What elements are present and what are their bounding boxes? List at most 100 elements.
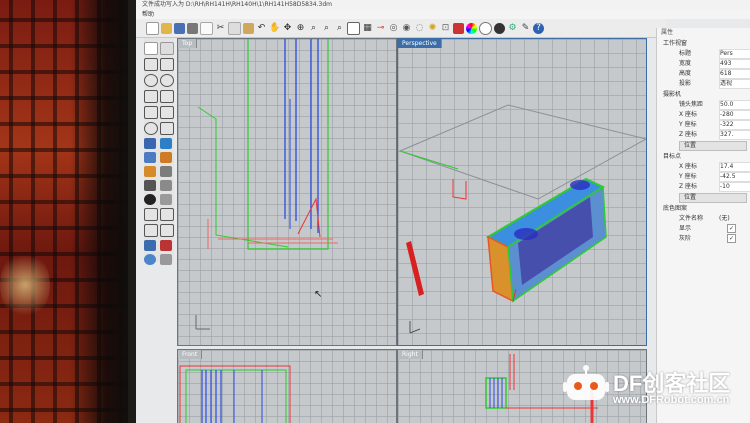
mesh-tool-icon[interactable] <box>160 152 172 163</box>
move-icon[interactable]: ✥ <box>282 23 293 34</box>
viewport-rows: 标题 Pers 宽度 493 高度 618 投影 透视 <box>657 49 750 89</box>
solid-tool-icon[interactable] <box>160 138 172 149</box>
layer-icon[interactable] <box>453 22 464 34</box>
prop-label: Z 座标 <box>679 183 698 190</box>
grid-icon[interactable]: ▦ <box>362 23 373 34</box>
prop-value[interactable]: Pers <box>719 49 750 59</box>
save-icon[interactable] <box>174 22 185 34</box>
curve-tool-icon[interactable] <box>160 106 174 119</box>
prop-value[interactable]: 618 <box>719 69 750 79</box>
box-tool-icon[interactable] <box>144 152 156 163</box>
zoom-selected-icon[interactable]: ⌕ <box>334 23 345 34</box>
wireframe-icon[interactable]: ◎ <box>388 23 399 34</box>
line-tool-icon[interactable] <box>144 58 158 71</box>
sphere-tool-icon[interactable] <box>144 254 156 265</box>
page-icon[interactable] <box>200 21 213 35</box>
options-icon[interactable]: ⚙ <box>507 23 518 34</box>
dimension-tool-icon[interactable] <box>160 240 172 251</box>
tools-icon[interactable]: ✎ <box>520 23 531 34</box>
camera-position-button[interactable]: 位置 <box>679 141 747 151</box>
lock-icon[interactable]: ⊡ <box>440 23 451 34</box>
help-icon[interactable]: ? <box>533 22 544 34</box>
select-arrow-icon[interactable] <box>144 42 158 55</box>
point-tool-icon[interactable] <box>160 42 174 55</box>
target-rows: X 座标 17.4 Y 座标 -42.5 Z 座标 -10 位置 <box>657 162 750 203</box>
prop-value[interactable]: (无) <box>719 214 730 224</box>
prop-value[interactable]: 透视 <box>719 79 750 89</box>
boolean-tool-icon[interactable] <box>160 166 172 177</box>
prop-label: 文件名称 <box>679 215 704 222</box>
viewport-top[interactable]: Top ↖ <box>177 38 397 346</box>
section-target-title: 目标点 <box>663 153 682 160</box>
viewport-front[interactable]: Front <box>177 349 397 423</box>
prop-label: Z 座标 <box>679 131 698 138</box>
prop-row: 灰阶 ✓ <box>657 234 750 244</box>
open-folder-icon[interactable] <box>161 22 172 34</box>
menu-bar: 帮助 <box>136 10 750 19</box>
prop-value[interactable]: -10 <box>719 182 750 192</box>
grayscale-checkbox[interactable]: ✓ <box>727 234 736 243</box>
prop-value[interactable]: -42.5 <box>719 172 750 182</box>
fillet-tool-icon[interactable] <box>144 122 158 135</box>
move-tool-icon[interactable] <box>144 208 158 221</box>
prop-label: 标题 <box>679 50 692 57</box>
scale-tool-icon[interactable] <box>144 224 158 237</box>
surface-tool-icon[interactable] <box>144 138 156 149</box>
pan-hand-icon[interactable]: ✋ <box>269 23 280 34</box>
print-icon[interactable] <box>187 22 198 34</box>
join-tool-icon[interactable] <box>144 194 156 205</box>
prop-value[interactable]: 17.4 <box>719 162 750 172</box>
top-view-geometry: ↖ <box>195 39 338 330</box>
front-view-geometry <box>179 365 291 423</box>
color-wheel-icon[interactable] <box>466 22 477 34</box>
four-view-icon[interactable] <box>347 21 360 35</box>
panel-header: 属性 <box>661 29 674 36</box>
prop-value[interactable]: -280 <box>719 110 750 120</box>
ellipse-tool-icon[interactable] <box>160 74 174 87</box>
offset-tool-icon[interactable] <box>160 122 174 135</box>
menu-help[interactable]: 帮助 <box>142 11 154 18</box>
main-toolbar: ✂ ↶ ✋ ✥ ⊕ ⌕ ⌕ ⌕ ▦ ⊸ ◎ ◉ ◌ ✺ ⊡ ⚙ ✎ ? <box>136 19 666 38</box>
prop-row: 标题 Pers <box>657 49 750 59</box>
point-icon[interactable]: ⊸ <box>375 23 386 34</box>
rotate-tool-icon[interactable] <box>160 208 174 221</box>
light-bulb-icon[interactable]: ✺ <box>427 23 438 34</box>
polygon-tool-icon[interactable] <box>144 106 158 119</box>
paste-icon[interactable] <box>243 22 254 34</box>
text-tool-icon[interactable] <box>160 254 172 265</box>
prop-value[interactable]: 50.0 <box>719 100 750 110</box>
undo-icon[interactable]: ↶ <box>256 23 267 34</box>
split-tool-icon[interactable] <box>160 180 172 191</box>
zoom-window-icon[interactable]: ⌕ <box>308 23 319 34</box>
prop-row: 高度 618 <box>657 69 750 79</box>
shade-icon[interactable]: ◉ <box>401 23 412 34</box>
trim-tool-icon[interactable] <box>144 180 156 191</box>
polyline-tool-icon[interactable] <box>160 58 174 71</box>
circle-tool-icon[interactable] <box>144 74 158 87</box>
mirror-tool-icon[interactable] <box>160 224 174 237</box>
rectangle-tool-icon[interactable] <box>160 90 174 103</box>
section-viewport-title: 工作视窗 <box>663 40 688 47</box>
show-checkbox[interactable]: ✓ <box>727 224 736 233</box>
prop-row: 文件名称 (无) <box>657 214 750 224</box>
render-icon[interactable] <box>494 22 505 34</box>
target-position-button[interactable]: 位置 <box>679 193 747 203</box>
prop-label: X 座标 <box>679 111 698 118</box>
ghosted-icon[interactable]: ◌ <box>414 23 425 34</box>
prop-value[interactable]: 327. <box>719 130 750 140</box>
arc-tool-icon[interactable] <box>144 90 158 103</box>
array-tool-icon[interactable] <box>144 240 156 251</box>
zoom-extents-icon[interactable]: ⌕ <box>321 23 332 34</box>
prop-value[interactable]: -322 <box>719 120 750 130</box>
new-file-icon[interactable] <box>146 21 159 35</box>
copy-icon[interactable] <box>228 21 241 35</box>
cut-icon[interactable]: ✂ <box>215 23 226 34</box>
explode-tool-icon[interactable] <box>160 194 172 205</box>
zoom-in-icon[interactable]: ⊕ <box>295 23 306 34</box>
prop-label: Y 座标 <box>679 121 697 128</box>
render-preview-icon[interactable] <box>479 21 492 35</box>
viewport-perspective[interactable]: Perspective <box>397 38 647 346</box>
watermark-url: www.DFRobot.com.cn <box>613 394 730 406</box>
extrude-tool-icon[interactable] <box>144 166 156 177</box>
prop-value[interactable]: 493 <box>719 59 750 69</box>
